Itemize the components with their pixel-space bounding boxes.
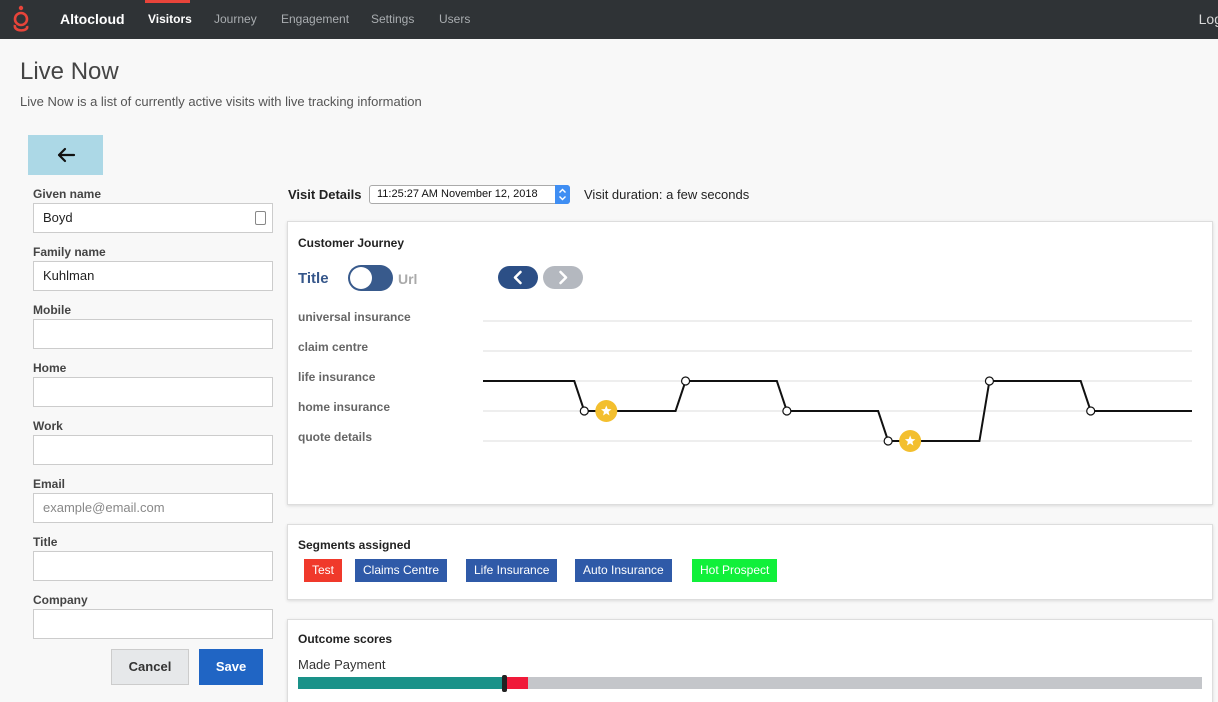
save-button[interactable]: Save	[199, 649, 263, 685]
genesys-logo-icon[interactable]	[10, 4, 32, 36]
work-label: Work	[33, 419, 63, 433]
nav-users[interactable]: Users	[439, 12, 470, 26]
nav-active-indicator	[145, 0, 190, 3]
outcome-scores-title: Outcome scores	[298, 632, 393, 646]
given-name-label: Given name	[33, 187, 102, 201]
visit-select-value: 11:25:27 AM November 12, 2018	[377, 188, 538, 200]
company-label: Company	[33, 593, 88, 607]
mobile-label: Mobile	[33, 303, 71, 317]
outcome-score-bar	[298, 675, 1202, 692]
visit-duration: Visit duration: a few seconds	[584, 187, 750, 202]
family-name-value: Kuhlman	[43, 268, 95, 283]
email-placeholder: example@email.com	[43, 500, 165, 515]
journey-chart	[483, 320, 1192, 452]
outcome-scores-panel: Outcome scores Made Payment	[287, 619, 1213, 702]
outcome-score-marker[interactable]	[502, 675, 508, 692]
home-label: Home	[33, 361, 67, 375]
given-name-value: Boyd	[43, 210, 73, 225]
select-stepper-icon[interactable]	[555, 185, 570, 204]
title-field[interactable]	[33, 551, 273, 581]
nav-settings[interactable]: Settings	[371, 12, 414, 26]
page-subtitle: Live Now is a list of currently active v…	[20, 94, 422, 109]
title-label: Title	[33, 535, 58, 549]
segment-tag-claims-centre[interactable]: Claims Centre	[355, 559, 448, 582]
journey-step-dot	[579, 406, 589, 416]
mobile-field[interactable]	[33, 319, 273, 349]
segments-title: Segments assigned	[298, 538, 411, 552]
outcome-score-band	[504, 677, 528, 689]
outcome-score-fill	[298, 677, 505, 689]
page-title: Live Now	[20, 58, 119, 85]
brand-name[interactable]: Altocloud	[60, 11, 125, 27]
nav-journey[interactable]: Journey	[214, 12, 257, 26]
family-name-label: Family name	[33, 245, 106, 259]
journey-step-dot	[883, 436, 893, 446]
segment-tag-test[interactable]: Test	[304, 559, 343, 582]
visit-details-label: Visit Details	[288, 187, 362, 202]
customer-journey-panel: Customer Journey Title Url universal ins…	[287, 221, 1213, 505]
work-field[interactable]	[33, 435, 273, 465]
logout-link[interactable]: Log	[1199, 11, 1218, 27]
contact-card-icon[interactable]	[255, 211, 266, 225]
back-button[interactable]	[28, 135, 103, 175]
email-label: Email	[33, 477, 66, 491]
journey-step-dot	[1086, 406, 1096, 416]
email-field[interactable]: example@email.com	[33, 493, 273, 523]
family-name-field[interactable]: Kuhlman	[33, 261, 273, 291]
arrow-left-icon	[57, 147, 76, 163]
segments-panel: Segments assigned Test Claims Centre Lif…	[287, 524, 1213, 600]
segment-tag-auto-insurance[interactable]: Auto Insurance	[575, 559, 672, 582]
nav-visitors[interactable]: Visitors	[148, 12, 192, 26]
top-navbar: Altocloud Visitors Journey Engagement Se…	[0, 0, 1218, 39]
cancel-button[interactable]: Cancel	[111, 649, 189, 685]
outcome-label: Made Payment	[298, 657, 386, 672]
company-field[interactable]	[33, 609, 273, 639]
segment-tag-life-insurance[interactable]: Life Insurance	[466, 559, 558, 582]
given-name-field[interactable]: Boyd	[33, 203, 273, 233]
segment-tag-hot-prospect[interactable]: Hot Prospect	[692, 559, 778, 582]
journey-step-dot	[680, 376, 691, 386]
home-field[interactable]	[33, 377, 273, 407]
journey-step-dot	[984, 376, 995, 386]
journey-step-dot	[782, 406, 792, 416]
visit-select[interactable]: 11:25:27 AM November 12, 2018	[369, 185, 570, 204]
nav-engagement[interactable]: Engagement	[281, 12, 349, 26]
